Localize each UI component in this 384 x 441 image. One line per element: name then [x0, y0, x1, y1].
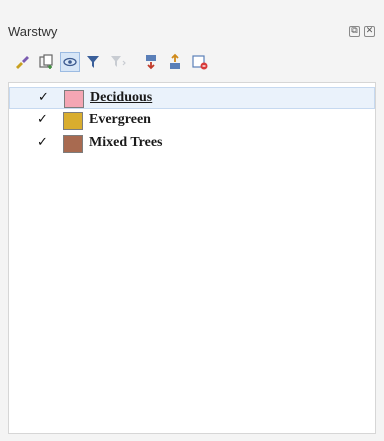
style-icon[interactable]	[12, 52, 32, 72]
layer-label: Mixed Trees	[89, 135, 163, 150]
filter-by-expression-icon[interactable]	[108, 52, 128, 72]
layer-label: Deciduous	[90, 90, 153, 105]
layer-symbol-swatch	[63, 112, 83, 130]
expand-all-icon[interactable]	[142, 52, 162, 72]
layer-tree: ✓ Deciduous ✓ Evergreen ✓ Mixed Trees	[8, 82, 376, 434]
layer-symbol-swatch	[64, 90, 84, 108]
add-group-icon[interactable]	[36, 52, 56, 72]
layer-row-mixed-trees[interactable]: ✓ Mixed Trees	[9, 133, 375, 155]
layer-symbol-swatch	[63, 135, 83, 153]
filter-legend-icon[interactable]	[84, 52, 104, 72]
manage-visibility-icon[interactable]	[60, 52, 80, 72]
close-panel-button[interactable]: ✕	[364, 26, 375, 37]
layer-row-evergreen[interactable]: ✓ Evergreen	[9, 110, 375, 132]
panel-title: Warstwy	[8, 24, 58, 39]
float-panel-button[interactable]: ⧉	[349, 26, 360, 37]
collapse-all-icon[interactable]	[166, 52, 186, 72]
layer-visibility-checkbox[interactable]: ✓	[38, 91, 50, 104]
layers-panel: Warstwy ⧉ ✕ ✓ Deciduous ✓ Evergreen ✓ Mi…	[0, 0, 384, 441]
layers-toolbar	[0, 50, 384, 76]
panel-titlebar: Warstwy ⧉ ✕	[0, 0, 384, 48]
layer-visibility-checkbox[interactable]: ✓	[37, 113, 49, 126]
layer-row-deciduous[interactable]: ✓ Deciduous	[9, 87, 375, 109]
layer-visibility-checkbox[interactable]: ✓	[37, 136, 49, 149]
remove-layer-icon[interactable]	[190, 52, 210, 72]
layer-label: Evergreen	[89, 112, 151, 127]
